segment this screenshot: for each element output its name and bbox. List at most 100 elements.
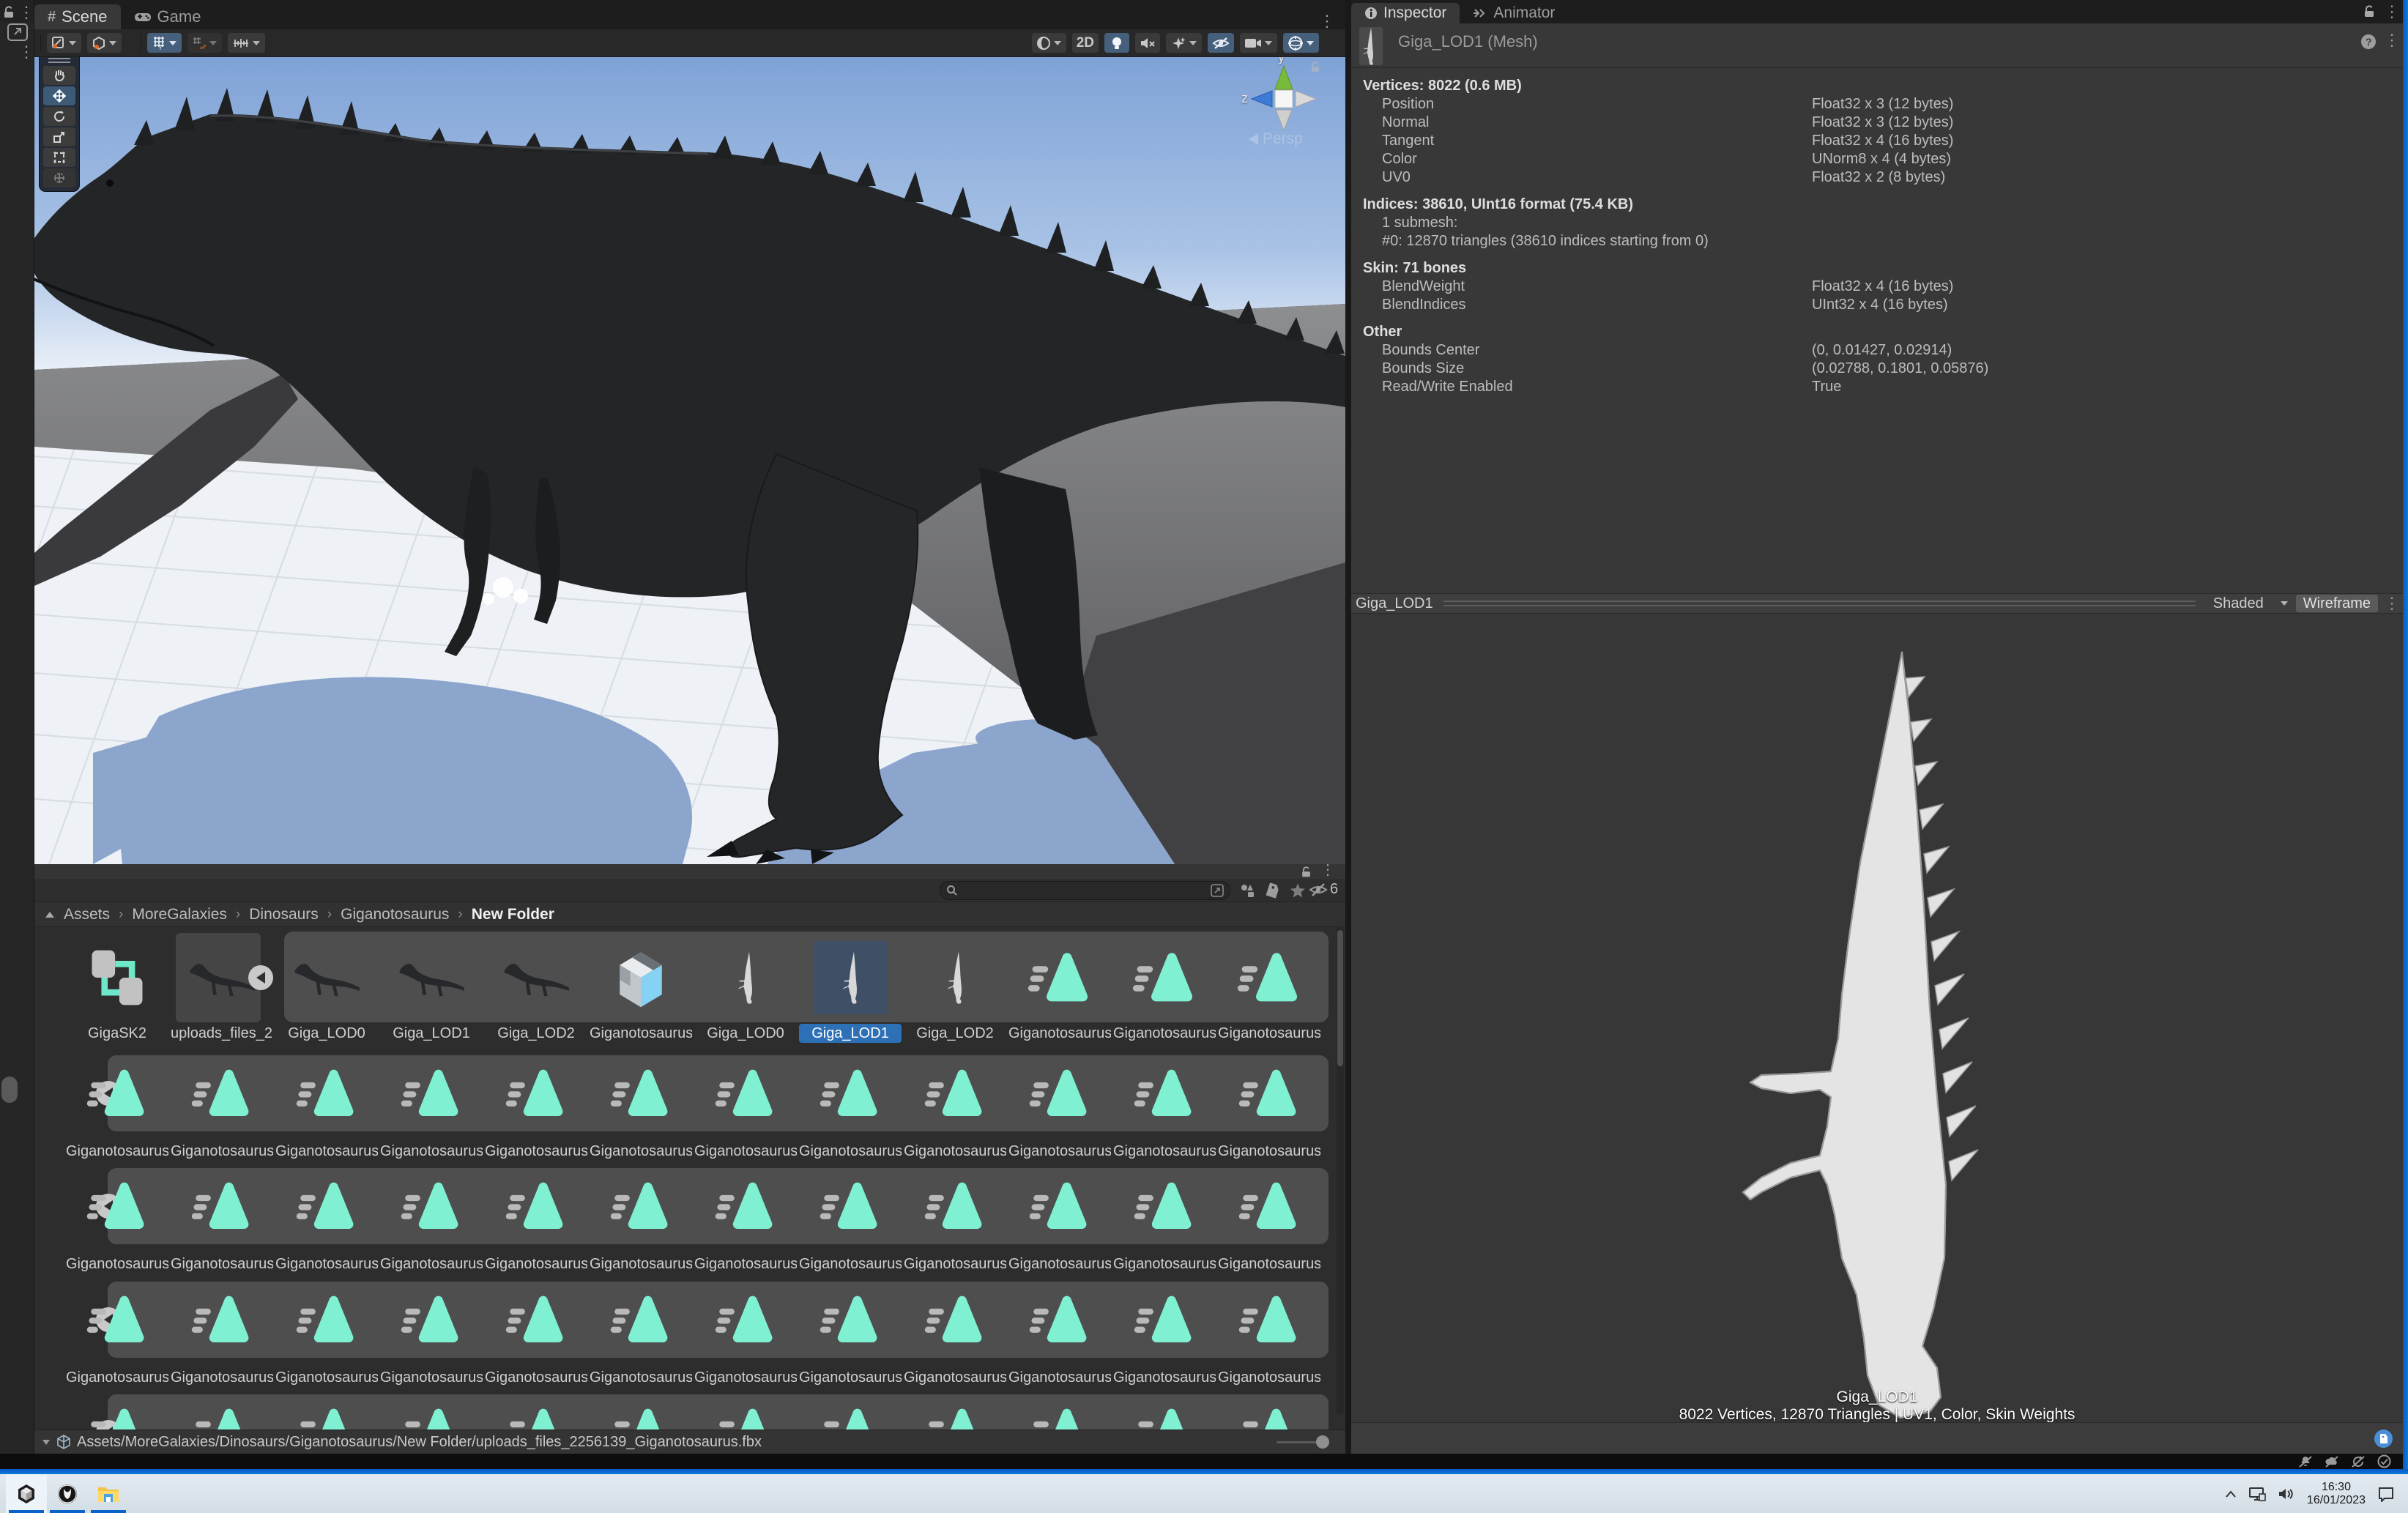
asset-label[interactable]: Giganotosaurus...	[799, 1368, 902, 1387]
collapse-subassets-button[interactable]	[248, 965, 273, 990]
pivot-mode-button[interactable]	[87, 33, 122, 53]
scene-viewport[interactable]: y z Persp	[34, 57, 1345, 864]
asset-thumbnail[interactable]	[922, 1060, 988, 1126]
asset-label[interactable]: Giga_LOD0	[694, 1024, 797, 1043]
asset-label[interactable]: Giga_LOD2	[485, 1024, 587, 1043]
asset-thumbnail[interactable]	[1236, 1287, 1302, 1353]
notification-center-icon[interactable]	[2377, 1486, 2395, 1502]
asset-thumbnail[interactable]	[503, 1287, 569, 1353]
asset-thumbnail[interactable]	[84, 1287, 150, 1353]
asset-label[interactable]: Giganotosaurus...	[694, 1254, 797, 1274]
thumbnail-size-slider[interactable]	[1277, 1441, 1328, 1443]
audio-mute-button[interactable]	[1135, 33, 1160, 53]
unlock-icon[interactable]	[1301, 866, 1312, 878]
panel-menu-icon[interactable]: ⋮	[18, 44, 34, 60]
asset-label[interactable]: Giganotosaurus...	[1218, 1368, 1320, 1387]
asset-label[interactable]: Giganotosaurus...	[1113, 1368, 1216, 1387]
asset-label[interactable]: Giganotosaurus...	[66, 1368, 168, 1387]
asset-thumbnail[interactable]	[1027, 1060, 1093, 1126]
asset-label[interactable]: Giga_LOD2	[904, 1024, 1006, 1043]
preview-drag-handle[interactable]	[1443, 601, 2196, 606]
asset-thumbnail[interactable]	[1027, 1399, 1093, 1430]
refresh-disabled-icon[interactable]	[2351, 1455, 2366, 1468]
asset-thumbnail[interactable]	[608, 1060, 674, 1126]
asset-thumbnail[interactable]	[499, 941, 573, 1014]
taskbar-unreal-button[interactable]	[47, 1474, 88, 1513]
asset-thumbnail[interactable]	[817, 1287, 883, 1353]
asset-label[interactable]: Giganotosaurus...	[904, 1254, 1006, 1274]
search-expand-icon[interactable]	[1211, 884, 1224, 897]
hand-tool-button[interactable]	[43, 66, 75, 85]
project-menu-icon[interactable]: ⋮	[1320, 863, 1335, 877]
asset-label[interactable]: Giganotosaurus...	[275, 1254, 378, 1274]
asset-label[interactable]: Giganotosaurus...	[275, 1368, 378, 1387]
snap-increment-button[interactable]	[228, 33, 265, 53]
hidden-items-count[interactable]: 6	[1309, 881, 1338, 898]
asset-thumbnail[interactable]	[713, 1060, 778, 1126]
asset-label[interactable]: Giganotosaurus...	[904, 1368, 1006, 1387]
cloud-disabled-icon[interactable]	[2325, 1455, 2339, 1468]
2d-mode-button[interactable]: 2D	[1072, 33, 1099, 53]
asset-thumbnail[interactable]	[503, 1060, 569, 1126]
asset-thumbnail[interactable]	[503, 1399, 569, 1430]
projection-mode-label[interactable]: Persp	[1249, 130, 1303, 148]
asset-label[interactable]: Giganotosaurus...	[1113, 1142, 1216, 1161]
asset-label[interactable]: Giganotosaurus...	[66, 1142, 168, 1161]
asset-label[interactable]: Giganotosaurus...	[1008, 1142, 1111, 1161]
chevron-down-icon[interactable]	[42, 1439, 51, 1446]
asset-thumbnail[interactable]	[608, 1287, 674, 1353]
asset-label[interactable]: Giganotosaurus...	[1113, 1254, 1216, 1274]
asset-label[interactable]: Giganotosaurus...	[1113, 1024, 1216, 1043]
asset-thumbnail[interactable]	[1131, 1399, 1197, 1430]
wireframe-toggle-button[interactable]: Wireframe	[2296, 595, 2378, 612]
asset-thumbnail[interactable]	[817, 1399, 883, 1430]
panel-menu-icon[interactable]: ⋮	[18, 4, 34, 21]
asset-thumbnail[interactable]	[1236, 1173, 1302, 1239]
lighting-toggle-button[interactable]	[1104, 33, 1129, 53]
asset-thumbnail[interactable]	[189, 1060, 255, 1126]
asset-thumbnail[interactable]	[294, 1399, 360, 1430]
breadcrumb-item[interactable]: Giganotosaurus	[341, 906, 449, 923]
breadcrumb-item[interactable]: Dinosaurs	[249, 906, 319, 923]
breadcrumb-item[interactable]: New Folder	[472, 906, 554, 923]
rotate-tool-button[interactable]	[43, 107, 75, 126]
unlock-icon[interactable]	[3, 6, 15, 19]
asset-thumbnail[interactable]	[713, 1399, 778, 1430]
asset-thumbnail[interactable]	[709, 941, 782, 1014]
preview-shading-dropdown[interactable]: Shaded	[2206, 595, 2296, 612]
asset-label[interactable]: Giganotosaurus...	[485, 1142, 587, 1161]
search-by-type-icon[interactable]	[1239, 882, 1255, 899]
asset-label[interactable]: Giganotosaurus...	[1008, 1024, 1111, 1043]
grid-visibility-button[interactable]: Y	[147, 33, 182, 53]
asset-label[interactable]: Giganotosaurus...	[171, 1142, 273, 1161]
asset-label[interactable]: Giganotosaurus...	[380, 1254, 483, 1274]
asset-thumbnail[interactable]	[294, 1060, 360, 1126]
asset-thumbnail[interactable]	[922, 1399, 988, 1430]
asset-thumbnail[interactable]	[1027, 1287, 1093, 1353]
panel-divider[interactable]	[1345, 0, 1351, 1454]
volume-icon[interactable]	[2278, 1487, 2295, 1501]
shading-mode-button[interactable]	[1032, 33, 1066, 53]
asset-label[interactable]: Giga_LOD0	[275, 1024, 378, 1043]
asset-label[interactable]: uploads_files_225...	[171, 1024, 273, 1043]
asset-thumbnail[interactable]	[1027, 1173, 1093, 1239]
asset-thumbnail[interactable]	[84, 1173, 150, 1239]
project-scrollbar[interactable]	[1337, 927, 1344, 1415]
asset-thumbnail[interactable]	[398, 1399, 464, 1430]
asset-thumbnail[interactable]	[294, 1173, 360, 1239]
asset-thumbnail[interactable]	[294, 1287, 360, 1353]
asset-label[interactable]: Giganotosaurus...	[380, 1142, 483, 1161]
asset-label[interactable]: Giganotosaurus...	[275, 1142, 378, 1161]
asset-thumbnail[interactable]	[189, 1399, 255, 1430]
asset-thumbnail[interactable]	[503, 1173, 569, 1239]
asset-thumbnail[interactable]	[817, 1060, 883, 1126]
taskbar-unity-button[interactable]	[6, 1474, 47, 1513]
asset-thumbnail[interactable]	[189, 1173, 255, 1239]
asset-thumbnail[interactable]	[608, 1399, 674, 1430]
asset-thumbnail[interactable]	[922, 1173, 988, 1239]
asset-label[interactable]: Giganotosaurus...	[590, 1142, 692, 1161]
asset-thumbnail[interactable]	[1131, 1173, 1197, 1239]
clock[interactable]: 16:30 16/01/2023	[2307, 1481, 2366, 1507]
asset-label[interactable]: Giganotosaurus...	[1218, 1024, 1320, 1043]
unlock-icon[interactable]	[2363, 5, 2375, 18]
